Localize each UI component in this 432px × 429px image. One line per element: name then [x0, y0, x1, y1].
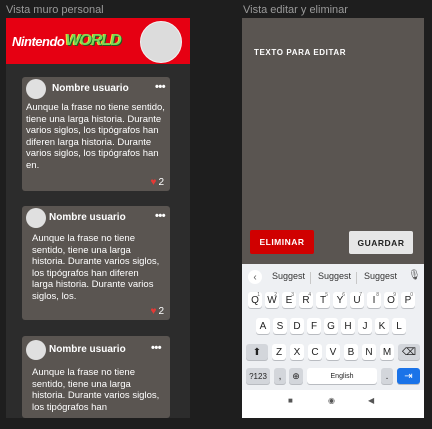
key-y[interactable]: Y6 [333, 292, 347, 308]
microphone-icon[interactable]: 🎙 [408, 270, 421, 281]
post-text: Aunque la frase no tiene sentido, tiene … [32, 233, 160, 302]
post-card[interactable]: Nombre usuario ••• Aunque la frase no ti… [22, 206, 170, 320]
more-options-icon[interactable]: ••• [151, 342, 162, 354]
like-count: 2 [158, 306, 164, 317]
nintendo-world-logo: Nintendo WORLD [12, 30, 122, 52]
key-s[interactable]: S [273, 318, 287, 334]
space-bar[interactable]: English [307, 368, 377, 384]
key-c[interactable]: C [308, 344, 322, 360]
backspace-icon[interactable]: ⌫ [398, 344, 420, 360]
key-alt: 3 [291, 292, 294, 298]
key-alt: 7 [359, 292, 362, 298]
key-alt: 9 [393, 292, 396, 298]
post-username[interactable]: Nombre usuario [52, 83, 129, 94]
key-t[interactable]: T5 [316, 292, 330, 308]
symbols-key[interactable]: ?123 [246, 368, 270, 384]
avatar[interactable] [26, 208, 46, 228]
key-label: I [372, 294, 376, 306]
key-m[interactable]: M [380, 344, 394, 360]
key-n[interactable]: N [362, 344, 376, 360]
key-g[interactable]: G [324, 318, 338, 334]
suggestion-bar: ‹ Suggest Suggest Suggest 🎙 [242, 268, 424, 290]
home-icon[interactable]: ◉ [328, 396, 335, 405]
soft-keyboard: ‹ Suggest Suggest Suggest 🎙 Q1 W2 E3 R4 … [242, 264, 424, 418]
key-b[interactable]: B [344, 344, 358, 360]
edit-placeholder[interactable]: TEXTO PARA EDITAR [254, 48, 346, 57]
avatar[interactable] [26, 340, 46, 360]
key-alt: 0 [410, 292, 413, 298]
save-button[interactable]: GUARDAR [349, 231, 413, 254]
post-text: Aunque la frase no tiene sentido, tiene … [32, 367, 160, 413]
key-v[interactable]: V [326, 344, 340, 360]
post-card[interactable]: Nombre usuario ••• Aunque la frase no ti… [22, 77, 170, 191]
suggestion-3[interactable]: Suggest [364, 271, 397, 281]
key-alt: 4 [308, 292, 311, 298]
key-alt: 2 [274, 292, 277, 298]
key-r[interactable]: R4 [299, 292, 313, 308]
more-options-icon[interactable]: ••• [155, 210, 166, 222]
key-u[interactable]: U7 [350, 292, 364, 308]
more-options-icon[interactable]: ••• [155, 81, 166, 93]
key-e[interactable]: E3 [282, 292, 296, 308]
suggestion-2[interactable]: Suggest [318, 271, 351, 281]
key-alt: 1 [257, 292, 260, 298]
key-p[interactable]: P0 [401, 292, 415, 308]
like-count: 2 [158, 177, 164, 188]
key-alt: 5 [325, 292, 328, 298]
key-a[interactable]: A [256, 318, 270, 334]
logo-text-nintendo: Nintendo [12, 33, 65, 49]
back-icon[interactable]: ◀ [368, 396, 374, 405]
key-z[interactable]: Z [272, 344, 286, 360]
post-username[interactable]: Nombre usuario [49, 212, 126, 223]
like-counter[interactable]: ♥ 2 [151, 306, 165, 317]
frame-label-muro: Vista muro personal [6, 4, 104, 16]
key-j[interactable]: J [358, 318, 372, 334]
key-i[interactable]: I8 [367, 292, 381, 308]
like-counter[interactable]: ♥ 2 [151, 177, 165, 188]
key-alt: 8 [376, 292, 379, 298]
divider [356, 272, 357, 284]
edit-text-area[interactable]: TEXTO PARA EDITAR ELIMINAR GUARDAR [242, 18, 424, 264]
key-x[interactable]: X [290, 344, 304, 360]
key-h[interactable]: H [341, 318, 355, 334]
chevron-left-icon[interactable]: ‹ [248, 270, 262, 284]
heart-icon[interactable]: ♥ [151, 306, 157, 317]
frame-label-editar: Vista editar y eliminar [243, 4, 348, 16]
key-alt: 6 [342, 292, 345, 298]
key-f[interactable]: F [307, 318, 321, 334]
avatar[interactable] [26, 79, 46, 99]
key-k[interactable]: K [375, 318, 389, 334]
system-nav-bar: ■ ◉ ◀ [242, 390, 424, 418]
edit-delete-screen: TEXTO PARA EDITAR ELIMINAR GUARDAR ‹ Sug… [242, 18, 424, 418]
shift-icon[interactable]: ⬆ [246, 344, 268, 360]
post-text: Aunque la frase no tiene sentido, tiene … [26, 102, 165, 171]
divider [310, 272, 311, 284]
comma-key[interactable]: , [274, 368, 286, 384]
personal-wall-screen: Nintendo WORLD Nombre usuario ••• Aunque… [6, 18, 190, 418]
logo-text-world: WORLD [65, 32, 121, 49]
post-username[interactable]: Nombre usuario [49, 344, 126, 355]
heart-icon[interactable]: ♥ [151, 177, 157, 188]
key-d[interactable]: D [290, 318, 304, 334]
delete-button[interactable]: ELIMINAR [250, 230, 314, 254]
key-q[interactable]: Q1 [248, 292, 262, 308]
post-card[interactable]: Nombre usuario ••• Aunque la frase no ti… [22, 336, 170, 418]
globe-icon[interactable]: ⊕ [289, 368, 303, 384]
key-l[interactable]: L [392, 318, 406, 334]
recents-icon[interactable]: ■ [288, 396, 293, 405]
key-o[interactable]: O9 [384, 292, 398, 308]
enter-icon[interactable]: ⇥ [397, 368, 420, 384]
profile-avatar[interactable] [140, 21, 182, 63]
suggestion-1[interactable]: Suggest [272, 271, 305, 281]
key-w[interactable]: W2 [265, 292, 279, 308]
period-key[interactable]: . [381, 368, 393, 384]
header-banner: Nintendo WORLD [6, 18, 190, 64]
